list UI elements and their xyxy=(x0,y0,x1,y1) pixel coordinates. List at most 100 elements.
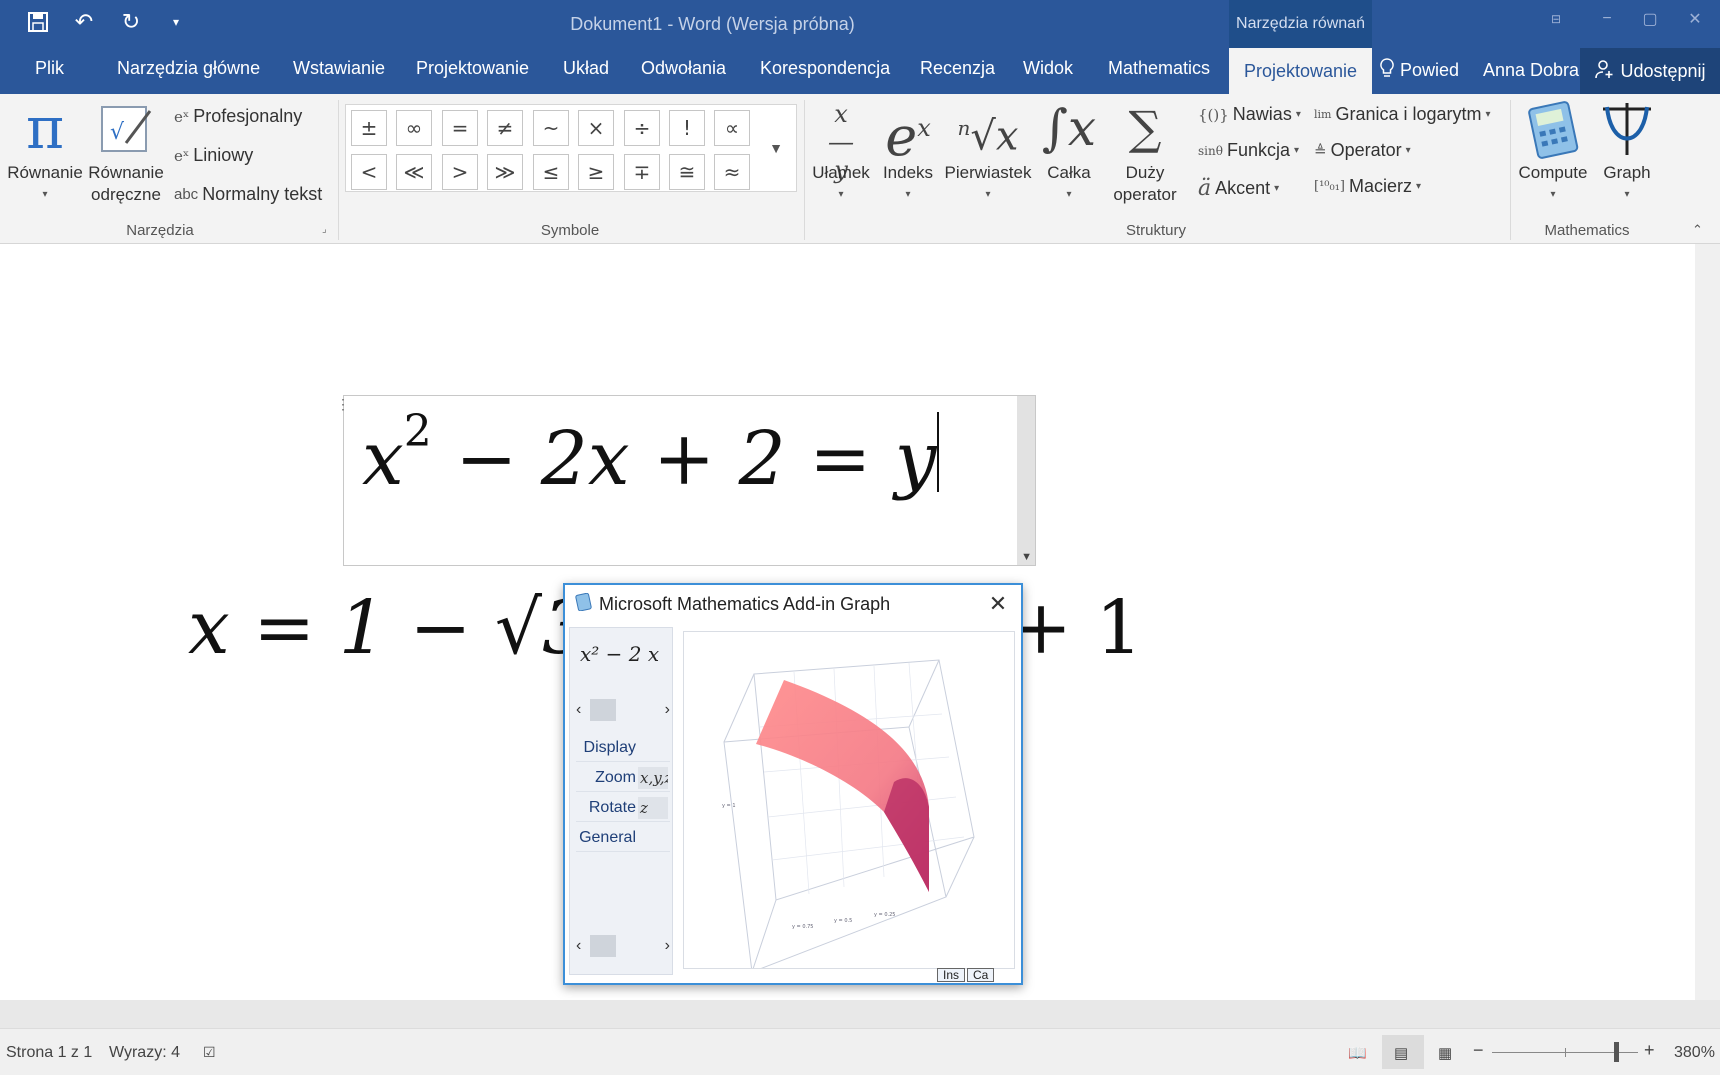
compute-button[interactable]: Compute ▾ xyxy=(1512,94,1594,206)
large-operator-button[interactable]: ∑ Duży operator xyxy=(1102,94,1188,206)
symbol-much-less[interactable]: ≪ xyxy=(396,154,432,190)
symbol-greater-than[interactable]: > xyxy=(442,154,478,190)
symbol-greater-equal[interactable]: ≥ xyxy=(578,154,614,190)
equation-scrollbar[interactable]: ‹ › xyxy=(576,698,670,722)
symbol-gallery-more-icon[interactable]: ▼ xyxy=(757,108,795,188)
equation-line-2[interactable]: x = 1 − √3 xyxy=(188,585,589,671)
function-icon: sinθ xyxy=(1198,143,1223,158)
symbol-proportional[interactable]: ∝ xyxy=(714,110,750,146)
share-button[interactable]: Udostępnij xyxy=(1580,48,1720,94)
scroll-thumb[interactable] xyxy=(590,935,617,957)
equation-line-1[interactable]: x2 − 2x + 2 = y xyxy=(362,406,939,502)
function-label: Funkcja xyxy=(1226,140,1290,160)
limit-log-button[interactable]: lim Granica i logarytm ▾ xyxy=(1314,104,1491,125)
matrix-button[interactable]: [¹⁰₀₁] Macierz ▾ xyxy=(1314,176,1421,197)
equation-button[interactable]: π Równanie ▾ xyxy=(4,94,86,206)
close-icon[interactable]: ✕ xyxy=(985,591,1011,617)
web-layout-icon[interactable]: ▦ xyxy=(1438,1044,1452,1062)
page-count[interactable]: Strona 1 z 1 xyxy=(6,1044,92,1062)
radical-button[interactable]: n√x Pierwiastek ▾ xyxy=(940,94,1036,206)
script-button[interactable]: ex Indeks ▾ xyxy=(876,94,940,206)
graph-button[interactable]: Graph ▾ xyxy=(1594,94,1660,206)
graph-menu-display[interactable]: Display xyxy=(576,734,670,762)
tab-equation-design[interactable]: Projektowanie xyxy=(1229,48,1372,94)
accent-button[interactable]: ä Akcent ▾ xyxy=(1198,176,1279,201)
fraction-button[interactable]: x ― y Ułamek ▾ xyxy=(806,94,876,206)
zoom-axes-field[interactable]: x,y,z xyxy=(638,767,668,789)
graph-dialog-titlebar[interactable]: Microsoft Mathematics Add-in Graph xyxy=(565,585,1021,623)
ribbon-display-options-icon[interactable]: ⊟ xyxy=(1536,4,1576,34)
chevron-right-icon[interactable]: › xyxy=(665,937,670,955)
function-button[interactable]: sinθ Funkcja ▾ xyxy=(1198,140,1299,161)
ink-equation-button[interactable]: √ Równanie odręczne xyxy=(86,94,166,206)
graph-3d-plot[interactable]: y = 0.75 y = 0.5 y = 0.25 y = 1 xyxy=(683,631,1015,973)
zoom-out-icon[interactable]: − xyxy=(1473,1040,1484,1061)
symbol-equals[interactable]: = xyxy=(442,110,478,146)
symbol-approx[interactable]: ≈ xyxy=(714,154,750,190)
tab-home[interactable]: Narzędzia główne xyxy=(117,58,260,79)
zoom-in-icon[interactable]: + xyxy=(1644,1040,1655,1061)
cancel-button[interactable]: Ca xyxy=(967,968,995,982)
symbol-tilde[interactable]: ~ xyxy=(533,110,569,146)
tab-view[interactable]: Widok xyxy=(1023,58,1073,79)
panel-scrollbar[interactable]: ‹ › xyxy=(576,934,670,958)
graph-menu-general[interactable]: General xyxy=(576,824,670,852)
group-label-structures: Struktury xyxy=(1125,222,1186,239)
read-mode-icon[interactable]: 📖 xyxy=(1348,1044,1367,1062)
scroll-thumb[interactable] xyxy=(590,699,617,721)
close-button[interactable]: ✕ xyxy=(1675,4,1715,34)
collapse-ribbon-icon[interactable]: ⌃ xyxy=(1692,222,1703,238)
tab-layout[interactable]: Układ xyxy=(563,58,609,79)
equation-box[interactable]: ⋮ x2 − 2x + 2 = y ▼ xyxy=(336,395,1036,566)
symbol-plus-minus[interactable]: ± xyxy=(351,110,387,146)
symbol-less-equal[interactable]: ≤ xyxy=(533,154,569,190)
normal-text-button[interactable]: abc Normalny tekst xyxy=(174,184,322,205)
symbol-factorial[interactable]: ! xyxy=(669,110,705,146)
insert-button[interactable]: Ins xyxy=(937,968,966,982)
tab-review[interactable]: Recenzja xyxy=(920,58,995,79)
proofing-icon[interactable]: ☑ xyxy=(203,1044,216,1061)
integral-button[interactable]: ∫x Całka ▾ xyxy=(1036,94,1102,206)
chevron-right-icon[interactable]: › xyxy=(665,701,670,719)
chevron-left-icon[interactable]: ‹ xyxy=(576,937,581,955)
symbol-much-greater[interactable]: ≫ xyxy=(487,154,523,190)
word-count[interactable]: Wyrazy: 4 xyxy=(109,1044,180,1062)
symbol-minus-plus[interactable]: ∓ xyxy=(624,154,660,190)
symbol-less-than[interactable]: < xyxy=(351,154,387,190)
rotate-axis-field[interactable]: z xyxy=(638,797,668,819)
tab-file[interactable]: Plik xyxy=(35,58,64,79)
linear-button[interactable]: eˣ Liniowy xyxy=(174,145,253,166)
zoom-percent[interactable]: 380% xyxy=(1674,1044,1715,1062)
vertical-scrollbar[interactable] xyxy=(1695,244,1720,1000)
bracket-button[interactable]: {()} Nawias ▾ xyxy=(1198,104,1301,125)
tab-mathematics[interactable]: Mathematics xyxy=(1108,58,1210,79)
symbol-divide[interactable]: ÷ xyxy=(624,110,660,146)
lightbulb-icon xyxy=(1380,58,1394,83)
operator-button[interactable]: ≜ Operator ▾ xyxy=(1314,140,1411,161)
equation-line-2-right[interactable]: + 1 xyxy=(1010,585,1143,671)
graph-menu-zoom[interactable]: Zoom x,y,z xyxy=(576,764,670,792)
symbol-infinity[interactable]: ∞ xyxy=(396,110,432,146)
tab-mailings[interactable]: Korespondencja xyxy=(760,58,890,79)
graph-menu-rotate[interactable]: Rotate z xyxy=(576,794,670,822)
context-tab-group-label: Narzędzia równań xyxy=(1229,0,1372,48)
zoom-slider-thumb[interactable] xyxy=(1614,1042,1619,1062)
chevron-left-icon[interactable]: ‹ xyxy=(576,701,581,719)
symbol-not-equal[interactable]: ≠ xyxy=(487,110,523,146)
symbol-congruent[interactable]: ≅ xyxy=(669,154,705,190)
tell-me-search[interactable]: Powied xyxy=(1380,58,1459,83)
user-name[interactable]: Anna Dobra xyxy=(1483,60,1579,81)
equation-options-icon[interactable]: ▼ xyxy=(1021,551,1032,563)
tab-insert[interactable]: Wstawianie xyxy=(293,58,385,79)
dialog-launcher-icon[interactable]: ⌟ xyxy=(322,224,327,235)
group-separator xyxy=(338,100,339,240)
symbol-times[interactable]: × xyxy=(578,110,614,146)
maximize-button[interactable]: ▢ xyxy=(1630,4,1670,34)
accent-icon: ä xyxy=(1198,176,1212,201)
tab-references[interactable]: Odwołania xyxy=(641,58,726,79)
tab-design[interactable]: Projektowanie xyxy=(416,58,529,79)
pi-icon: π xyxy=(25,94,65,162)
minimize-button[interactable]: − xyxy=(1587,4,1627,34)
professional-button[interactable]: eˣ Profesjonalny xyxy=(174,106,302,127)
equation-handle-icon[interactable]: ⋮ xyxy=(336,396,350,418)
